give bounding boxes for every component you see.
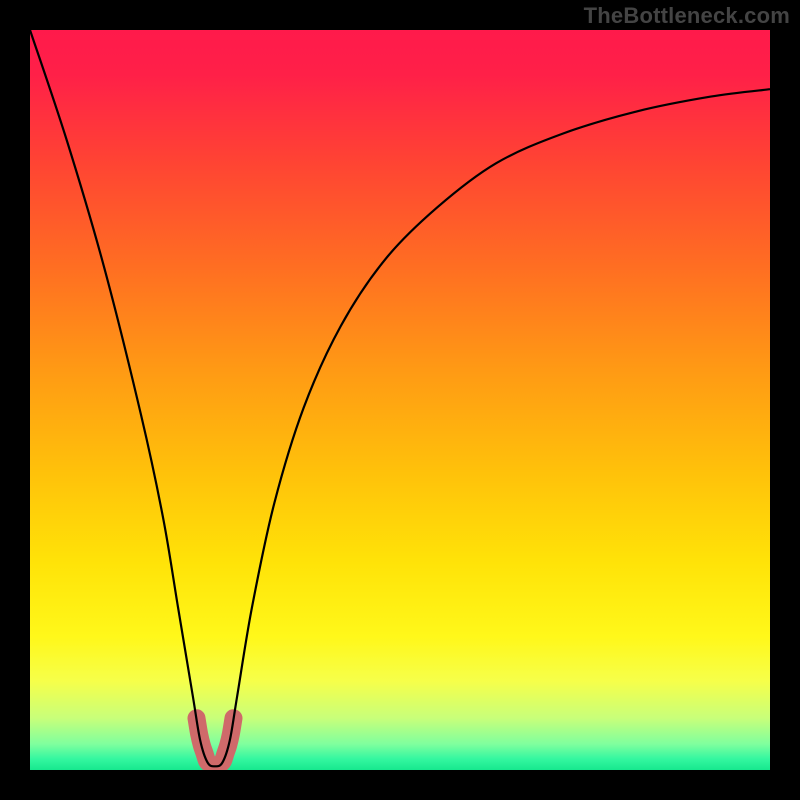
watermark-text: TheBottleneck.com <box>584 3 790 29</box>
chart-svg <box>30 30 770 770</box>
gradient-background <box>30 30 770 770</box>
chart-frame: TheBottleneck.com <box>0 0 800 800</box>
plot-area <box>30 30 770 770</box>
